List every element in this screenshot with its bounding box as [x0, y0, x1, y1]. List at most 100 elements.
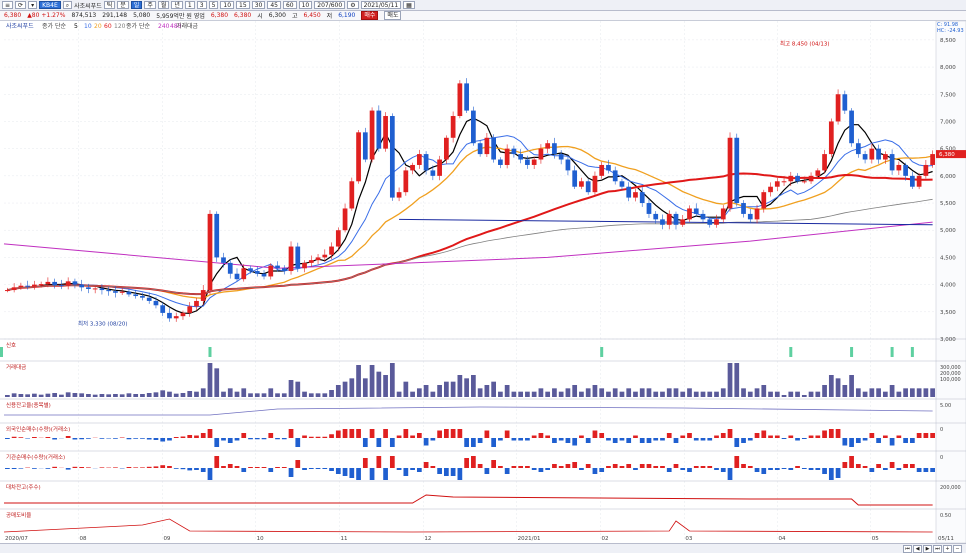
inst-bar-45	[309, 468, 314, 469]
volume-bar-79	[539, 388, 544, 397]
foreign-bar-130	[883, 436, 888, 439]
stock-code-input[interactable]: KB4E	[39, 1, 61, 9]
inst-bar-76	[518, 466, 523, 468]
settings-icon[interactable]: ⚙	[347, 1, 358, 9]
foreign-bar-48	[329, 434, 334, 438]
volume-bar-3	[25, 394, 30, 397]
candle-body-125	[849, 111, 854, 144]
foreign-bar-86	[586, 438, 591, 443]
foreign-bar-83	[566, 438, 571, 443]
chart-area[interactable]: 신호거래대금300,000200,000100,000신용잔고율(종목별)5.0…	[0, 21, 966, 543]
volume-bar-91	[620, 392, 625, 397]
volume-bar-106	[721, 388, 726, 397]
foreign-bar-2	[19, 437, 24, 438]
panel-title-short_ratio: 공매도비율	[6, 511, 31, 519]
foreign-bar-99	[674, 438, 679, 443]
volume-bar-54	[370, 365, 375, 397]
candle-body-71	[485, 138, 490, 154]
candle-body-44	[302, 263, 307, 268]
inst-bar-87	[593, 468, 598, 474]
volume-bar-42	[289, 380, 294, 397]
candle-body-79	[539, 149, 544, 160]
price-tick-5: 6,000	[940, 174, 956, 180]
period-tick[interactable]: 틱	[104, 1, 116, 9]
panel-title-credit: 신용잔고율(종목별)	[6, 401, 51, 409]
minute-5[interactable]: 5	[209, 1, 219, 9]
inst-bar-126	[856, 464, 861, 468]
minute-30[interactable]: 30	[252, 1, 266, 9]
volume-bar-15	[106, 394, 111, 397]
volume-bar-2	[19, 394, 24, 397]
date-input[interactable]: 2021/05/11	[361, 1, 402, 9]
volume-bar-32	[221, 392, 226, 397]
foreign-bar-98	[667, 433, 672, 438]
inst-bar-86	[586, 464, 591, 468]
period-week[interactable]: 주	[144, 1, 156, 9]
dropdown-button[interactable]: ▾	[28, 1, 37, 9]
refresh-button[interactable]: ⟳	[15, 1, 26, 9]
inst-bar-43	[295, 460, 300, 468]
candle-body-99	[674, 214, 679, 225]
inst-bar-1	[12, 468, 17, 469]
high-value: 6,450	[303, 12, 320, 19]
candle-body-109	[741, 203, 746, 214]
foreign-bar-135	[917, 433, 922, 438]
foreign-bar-1	[12, 437, 17, 438]
inst-bar-79	[539, 468, 544, 472]
calendar-icon[interactable]: ▦	[403, 1, 415, 9]
minute-10[interactable]: 10	[220, 1, 234, 9]
foreign-bar-38	[262, 438, 267, 439]
inst-bar-38	[262, 467, 267, 468]
count-input[interactable]: 10	[299, 1, 313, 9]
minute-60[interactable]: 60	[283, 1, 297, 9]
inst-bar-4	[32, 468, 37, 469]
date-tick-8: 03	[685, 536, 692, 542]
foreign-bar-72	[491, 438, 496, 447]
inst-bar-111	[755, 468, 760, 472]
candle-body-39	[268, 266, 273, 277]
foreign-bar-118	[802, 438, 807, 439]
candle-body-43	[295, 247, 300, 269]
candle-body-48	[329, 247, 334, 255]
foreign-bar-44	[302, 436, 307, 439]
inst-bar-7	[52, 467, 57, 468]
minute-1[interactable]: 1	[185, 1, 195, 9]
minute-3[interactable]: 3	[197, 1, 207, 9]
foreign-bar-24	[167, 438, 172, 441]
date-tick-9: 04	[779, 536, 786, 542]
volume-bar-98	[667, 388, 672, 397]
minute-45[interactable]: 45	[267, 1, 281, 9]
foreign-bar-76	[518, 438, 523, 441]
candle-body-121	[822, 154, 827, 170]
inst-bar-134	[910, 464, 915, 468]
period-year[interactable]: 년	[171, 1, 183, 9]
search-icon[interactable]: ⌕	[63, 1, 72, 9]
foreign-bar-129	[876, 438, 881, 443]
foreign-bar-7	[52, 438, 57, 440]
period-minute[interactable]: 분	[117, 1, 129, 9]
panel-title-short: 대차잔고(주수)	[6, 483, 41, 491]
candle-body-50	[343, 208, 348, 230]
candle-body-133	[903, 165, 908, 176]
legend-ma-10: 10	[84, 23, 92, 30]
period-day[interactable]: 일	[131, 1, 143, 9]
candle-body-91	[620, 181, 625, 186]
inst-bar-49	[336, 468, 341, 474]
candle-body-57	[390, 116, 395, 198]
minute-15[interactable]: 15	[236, 1, 250, 9]
menu-button[interactable]: ≡	[2, 1, 13, 9]
range-display[interactable]: 207/600	[314, 1, 345, 9]
volume-bar-18	[127, 393, 132, 397]
foreign-bar-80	[545, 436, 550, 439]
buy-button[interactable]: 매수	[361, 11, 378, 20]
inst-bar-125	[849, 456, 854, 468]
candle-body-69	[471, 111, 476, 144]
sell-button[interactable]: 매도	[384, 11, 401, 20]
inst-bar-84	[572, 462, 577, 468]
foreign-bar-105	[714, 436, 719, 439]
inst-bar-116	[788, 468, 793, 470]
foreign-bar-71	[485, 431, 490, 439]
volume-bar-47	[322, 393, 327, 397]
period-month[interactable]: 월	[158, 1, 170, 9]
foreign-bar-106	[721, 433, 726, 438]
